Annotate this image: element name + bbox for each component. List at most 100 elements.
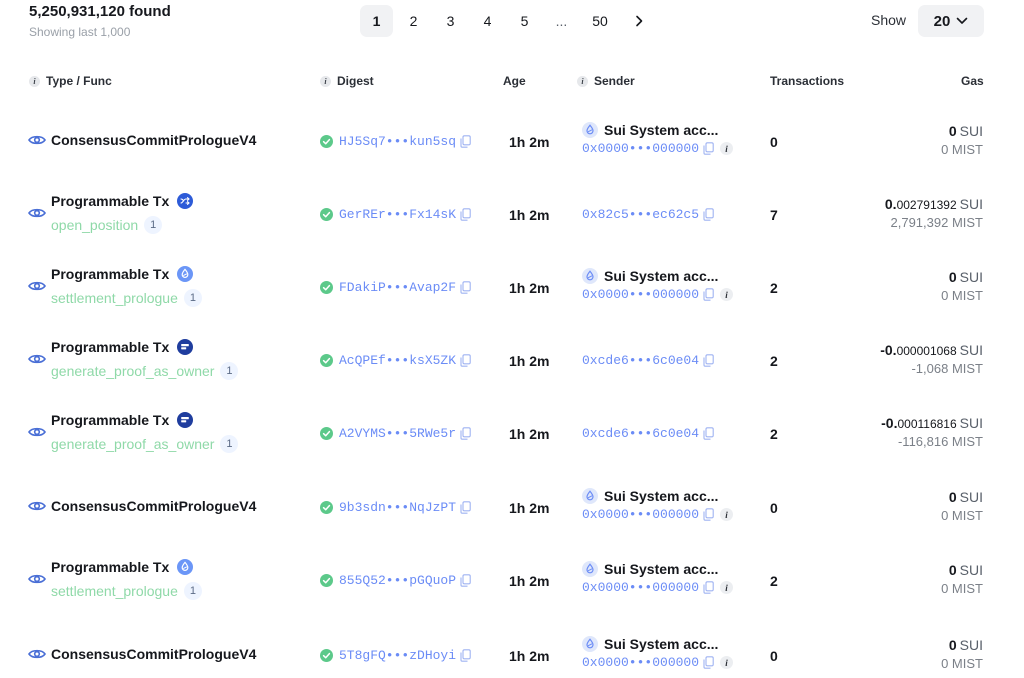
page-2[interactable]: 2 [397, 5, 430, 37]
sender-name[interactable]: Sui System acc... [582, 488, 733, 504]
tx-digest[interactable]: FDakiP•••Avap2F [320, 280, 471, 295]
copy-icon[interactable] [460, 427, 471, 440]
copy-icon[interactable] [703, 656, 714, 669]
results-subtitle: Showing last 1,000 [29, 25, 131, 39]
tx-function[interactable]: generate_proof_as_owner 1 [51, 435, 239, 453]
sender-name[interactable]: Sui System acc... [582, 636, 733, 652]
eye-icon[interactable] [28, 573, 46, 585]
column-header-age: Age [503, 74, 526, 88]
tx-digest[interactable]: 5T8gFQ•••zDHoyi [320, 648, 471, 663]
info-icon[interactable]: i [320, 75, 331, 87]
table-row[interactable]: Programmable Tx settlement_prologue 1 FDaki… [0, 256, 1024, 316]
page-1[interactable]: 1 [360, 5, 393, 37]
success-check-icon [320, 501, 333, 514]
tx-digest[interactable]: A2VYMS•••5RWe5r [320, 426, 471, 441]
tx-digest[interactable]: GerREr•••Fx14sK [320, 207, 471, 222]
table-row[interactable]: ConsensusCommitPrologueV4 HJ5Sq7•••kun5sq… [0, 110, 1024, 170]
info-icon[interactable]: i [720, 142, 734, 155]
sender-name[interactable]: Sui System acc... [582, 268, 733, 284]
copy-icon[interactable] [703, 508, 714, 521]
tx-sender[interactable]: Sui System acc... 0x0000•••000000 i [582, 488, 734, 522]
info-icon[interactable]: i [720, 581, 734, 594]
info-icon[interactable]: i [577, 75, 588, 87]
table-row[interactable]: Programmable Tx settlement_prologue 1 855Q5… [0, 549, 1024, 609]
tx-sender[interactable]: Sui System acc... 0x0000•••000000 i [582, 636, 734, 670]
column-header-digest[interactable]: i Digest [320, 74, 374, 88]
copy-icon[interactable] [703, 288, 714, 301]
table-row[interactable]: Programmable Tx generate_proof_as_owner 1 A… [0, 329, 1024, 389]
copy-icon[interactable] [703, 581, 714, 594]
info-icon[interactable]: i [720, 656, 734, 669]
tx-sender[interactable]: Sui System acc... 0x0000•••000000 i [582, 561, 734, 595]
sender-address[interactable]: 0x0000•••000000 i [582, 580, 734, 595]
sender-name[interactable]: Sui System acc... [582, 122, 733, 138]
sender-address[interactable]: 0x0000•••000000 i [582, 655, 734, 670]
table-row[interactable]: Programmable Tx generate_proof_as_owner 1 A… [0, 402, 1024, 462]
page-size-select[interactable]: 20 [918, 5, 984, 37]
sender-address[interactable]: 0x0000•••000000 i [582, 507, 734, 522]
tx-function[interactable]: settlement_prologue 1 [51, 582, 202, 600]
function-count-badge: 1 [183, 289, 202, 307]
eye-icon[interactable] [28, 426, 46, 438]
tx-function[interactable]: settlement_prologue 1 [51, 289, 202, 307]
copy-icon[interactable] [460, 135, 471, 148]
sui-drop-icon [177, 559, 194, 575]
sender-address[interactable]: 0x0000•••000000 i [582, 287, 734, 302]
gas-sui: -0.000001068 SUI [880, 342, 983, 358]
info-icon[interactable]: i [720, 288, 734, 301]
copy-icon[interactable] [460, 354, 471, 367]
sender-address[interactable]: 0xcde6•••6c0e04 [582, 353, 714, 368]
copy-icon[interactable] [703, 142, 714, 155]
sender-address[interactable]: 0x82c5•••ec62c5 [582, 207, 714, 222]
tx-count: 2 [770, 573, 778, 589]
page-5[interactable]: 5 [508, 5, 541, 37]
sui-logo-icon [582, 122, 598, 138]
gas-sui: 0 SUI [948, 489, 983, 505]
page-4[interactable]: 4 [471, 5, 504, 37]
tx-type: Programmable Tx [51, 559, 194, 575]
gas-fee: 0 SUI 0 MIST [941, 123, 983, 157]
copy-icon[interactable] [460, 649, 471, 662]
copy-icon[interactable] [703, 354, 714, 367]
eye-icon[interactable] [28, 134, 46, 146]
info-icon[interactable]: i [720, 508, 734, 521]
tx-sender[interactable]: Sui System acc... 0x0000•••000000 i [582, 268, 734, 302]
gas-fee: -0.000116816 SUI -116,816 MIST [881, 415, 983, 449]
page-50[interactable]: 50 [582, 5, 618, 37]
tx-age: 1h 2m [509, 353, 550, 369]
gas-fee: -0.000001068 SUI -1,068 MIST [880, 342, 983, 376]
copy-icon[interactable] [703, 208, 714, 221]
table-row[interactable]: Programmable Tx open_position 1 GerREr•••Fx… [0, 183, 1024, 243]
table-row[interactable]: ConsensusCommitPrologueV4 9b3sdn•••NqJzPT… [0, 476, 1024, 536]
eye-icon[interactable] [28, 500, 46, 512]
gas-mist: 0 MIST [941, 508, 983, 523]
next-page-button[interactable] [622, 5, 655, 37]
tx-count: 0 [770, 134, 778, 150]
tx-age: 1h 2m [509, 426, 550, 442]
tx-digest[interactable]: AcQPEf•••ksX5ZK [320, 353, 471, 368]
eye-icon[interactable] [28, 280, 46, 292]
tx-digest[interactable]: 855Q52•••pGQuoP [320, 573, 471, 588]
tx-sender[interactable]: Sui System acc... 0x0000•••000000 i [582, 122, 734, 156]
tx-function[interactable]: open_position 1 [51, 216, 163, 234]
copy-icon[interactable] [460, 208, 471, 221]
copy-icon[interactable] [703, 427, 714, 440]
tx-function[interactable]: generate_proof_as_owner 1 [51, 362, 239, 380]
sender-address[interactable]: 0xcde6•••6c0e04 [582, 426, 714, 441]
info-icon[interactable]: i [29, 75, 40, 87]
tx-digest[interactable]: 9b3sdn•••NqJzPT [320, 500, 471, 515]
eye-icon[interactable] [28, 353, 46, 365]
page-3[interactable]: 3 [434, 5, 467, 37]
copy-icon[interactable] [460, 281, 471, 294]
gas-mist: 0 MIST [941, 581, 983, 596]
sender-address[interactable]: 0x0000•••000000 i [582, 141, 734, 156]
tx-digest[interactable]: HJ5Sq7•••kun5sq [320, 134, 471, 149]
column-header-type[interactable]: i Type / Func [29, 74, 112, 88]
table-row[interactable]: ConsensusCommitPrologueV4 5T8gFQ•••zDHoyi… [0, 624, 1024, 678]
eye-icon[interactable] [28, 207, 46, 219]
sender-name[interactable]: Sui System acc... [582, 561, 733, 577]
copy-icon[interactable] [460, 574, 471, 587]
eye-icon[interactable] [28, 648, 46, 660]
column-header-sender[interactable]: i Sender [577, 74, 635, 88]
copy-icon[interactable] [460, 501, 471, 514]
